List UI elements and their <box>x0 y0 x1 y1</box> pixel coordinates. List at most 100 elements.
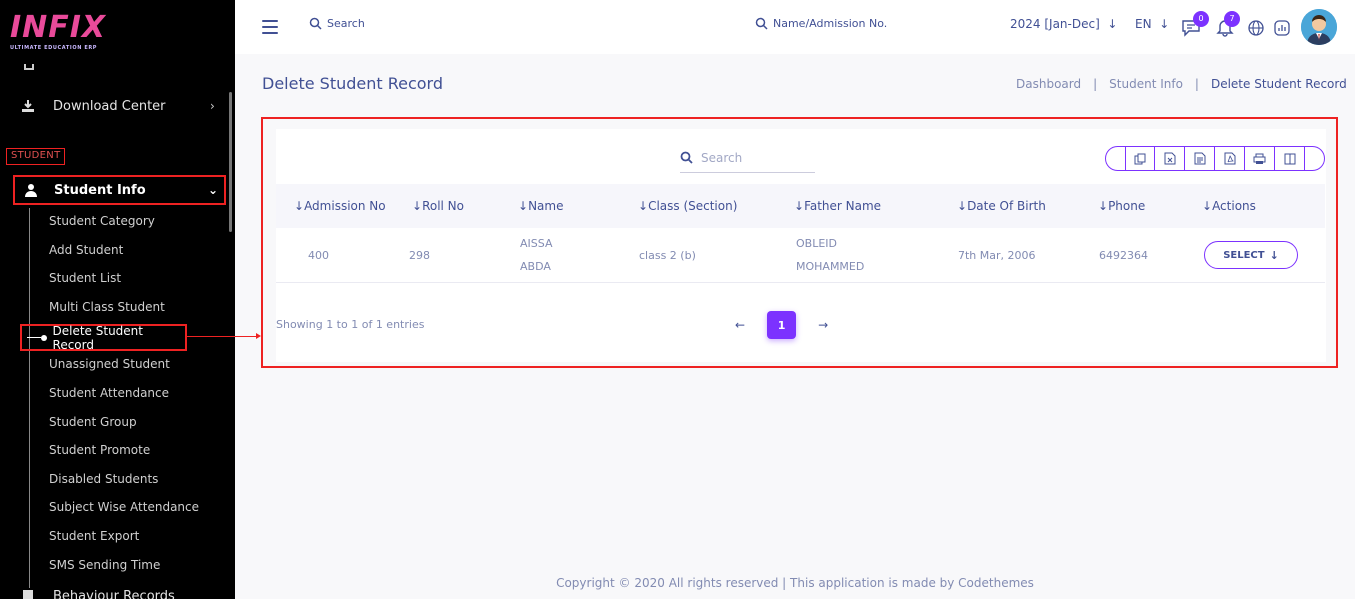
user-avatar[interactable] <box>1301 9 1337 45</box>
cell-father-line1: OBLEID <box>796 237 837 250</box>
user-icon <box>23 182 39 198</box>
breadcrumb: Dashboard | Student Info | Delete Studen… <box>1016 77 1347 91</box>
cell-name-line2: ABDA <box>520 260 551 273</box>
column-visibility-button[interactable] <box>1275 147 1305 170</box>
sidebar: INFIX ULTIMATE EDUCATION ERP Download Ce… <box>0 0 235 599</box>
cell-admission-no: 400 <box>308 249 329 262</box>
cell-dob: 7th Mar, 2006 <box>958 249 1036 262</box>
submenu-item-delete-student-record[interactable]: Delete Student Record <box>20 323 187 352</box>
cell-name-line1: AISSA <box>520 237 553 250</box>
sort-arrow-icon: ↓ <box>412 199 423 213</box>
submenu-item-student-attendance[interactable]: Student Attendance <box>49 386 169 400</box>
table-panel: Search ↓Admission No ↓Roll No ↓Name ↓Cla… <box>276 129 1326 362</box>
copy-icon <box>1134 153 1146 164</box>
sort-arrow-icon: ↓ <box>638 199 649 213</box>
sidebar-item-download-center[interactable]: Download Center <box>20 98 166 114</box>
breadcrumb-dashboard[interactable]: Dashboard <box>1016 77 1081 91</box>
cell-roll-no: 298 <box>409 249 430 262</box>
prev-page-arrow-icon[interactable]: ← <box>735 318 745 332</box>
breadcrumb-current: Delete Student Record <box>1210 77 1347 91</box>
submenu-line <box>29 208 30 588</box>
column-header-roll-no[interactable]: ↓Roll No <box>412 199 464 213</box>
submenu-item-sms-sending-time[interactable]: SMS Sending Time <box>49 558 160 572</box>
export-button-group <box>1105 146 1325 171</box>
column-label: Class (Section) <box>648 199 738 213</box>
submenu-item-unassigned-student[interactable]: Unassigned Student <box>49 357 170 371</box>
page-number-button[interactable]: 1 <box>767 311 797 339</box>
submenu-item-multi-class-student[interactable]: Multi Class Student <box>49 300 165 314</box>
column-header-phone[interactable]: ↓Phone <box>1098 199 1145 213</box>
sidebar-section-student: STUDENT <box>6 148 65 165</box>
arrow-down-icon: ↓ <box>1155 17 1170 31</box>
csv-button[interactable] <box>1185 147 1215 170</box>
submenu-item-subject-wise-attendance[interactable]: Subject Wise Attendance <box>49 500 199 514</box>
breadcrumb-separator: | <box>1194 77 1199 91</box>
pdf-button[interactable] <box>1215 147 1245 170</box>
page-title: Delete Student Record <box>262 74 444 93</box>
sidebar-item-label: Behaviour Records <box>53 588 175 599</box>
columns-icon <box>1284 153 1295 164</box>
analytics-icon[interactable] <box>1273 19 1293 39</box>
globe-icon[interactable] <box>1247 19 1267 39</box>
footer-copyright: Copyright © 2020 All rights reserved | T… <box>556 576 1034 590</box>
column-label: Name <box>528 199 564 213</box>
next-page-arrow-icon[interactable]: → <box>818 318 828 332</box>
submenu-item-label: Delete Student Record <box>52 323 143 352</box>
sidebar-item-student-info[interactable]: Student Info ⌄ <box>13 175 226 205</box>
sidebar-scrollbar[interactable] <box>229 92 232 232</box>
document-icon <box>1194 152 1205 165</box>
search-icon <box>755 17 768 30</box>
column-label: Admission No <box>304 199 386 213</box>
language-label: EN <box>1135 17 1152 31</box>
copy-button[interactable] <box>1125 147 1155 170</box>
sort-arrow-icon: ↓ <box>1202 199 1213 213</box>
entries-info: Showing 1 to 1 of 1 entries <box>276 318 425 331</box>
print-button[interactable] <box>1245 147 1275 170</box>
hamburger-menu-icon[interactable] <box>262 20 278 34</box>
topbar-search[interactable]: Search <box>309 17 365 30</box>
logo-text: INFIX <box>10 10 107 45</box>
column-header-date-of-birth[interactable]: ↓Date Of Birth <box>957 199 1046 213</box>
column-header-father-name[interactable]: ↓Father Name <box>794 199 881 213</box>
column-label: Phone <box>1108 199 1146 213</box>
academic-year-label: 2024 [Jan-Dec] <box>1010 17 1100 31</box>
language-selector[interactable]: EN ↓ <box>1135 17 1169 31</box>
column-label: Actions <box>1212 199 1256 213</box>
pdf-icon <box>1224 152 1235 165</box>
records-icon <box>20 588 36 599</box>
sort-arrow-icon: ↓ <box>957 199 968 213</box>
breadcrumb-student-info[interactable]: Student Info <box>1109 77 1183 91</box>
partial-menu-icon <box>24 64 34 70</box>
select-action-button[interactable]: SELECT ↓ <box>1204 241 1298 269</box>
column-header-name[interactable]: ↓Name <box>518 199 563 213</box>
arrow-down-icon: ↓ <box>1269 248 1279 262</box>
column-header-actions[interactable]: ↓Actions <box>1202 199 1256 213</box>
column-label: Date Of Birth <box>967 199 1046 213</box>
sidebar-item-behaviour-records[interactable]: Behaviour Records <box>20 588 175 599</box>
cell-class-section: class 2 (b) <box>639 249 696 262</box>
table-search-input[interactable]: Search <box>680 143 815 173</box>
column-label: Roll No <box>422 199 465 213</box>
cell-phone: 6492364 <box>1099 249 1148 262</box>
column-header-class-section[interactable]: ↓Class (Section) <box>638 199 737 213</box>
submenu-item-disabled-students[interactable]: Disabled Students <box>49 472 158 486</box>
topbar-student-search[interactable]: Name/Admission No. <box>755 17 887 30</box>
submenu-item-student-list[interactable]: Student List <box>49 271 121 285</box>
excel-button[interactable] <box>1155 147 1185 170</box>
sidebar-item-label: Student Info <box>54 182 146 198</box>
column-label: Father Name <box>804 199 882 213</box>
search-label: Search <box>327 17 365 30</box>
submenu-item-student-group[interactable]: Student Group <box>49 415 137 429</box>
brand-logo[interactable]: INFIX ULTIMATE EDUCATION ERP <box>10 10 107 52</box>
submenu-item-student-promote[interactable]: Student Promote <box>49 443 150 457</box>
column-header-admission-no[interactable]: ↓Admission No <box>294 199 386 213</box>
chevron-right-icon: › <box>210 99 215 113</box>
sort-arrow-icon: ↓ <box>294 199 305 213</box>
submenu-item-add-student[interactable]: Add Student <box>49 243 123 257</box>
search-icon <box>680 151 693 164</box>
chevron-down-icon: ⌄ <box>207 183 218 197</box>
select-label: SELECT <box>1223 249 1265 261</box>
academic-year-selector[interactable]: 2024 [Jan-Dec] ↓ <box>1010 17 1117 31</box>
submenu-item-student-export[interactable]: Student Export <box>49 529 139 543</box>
submenu-item-student-category[interactable]: Student Category <box>49 214 155 228</box>
